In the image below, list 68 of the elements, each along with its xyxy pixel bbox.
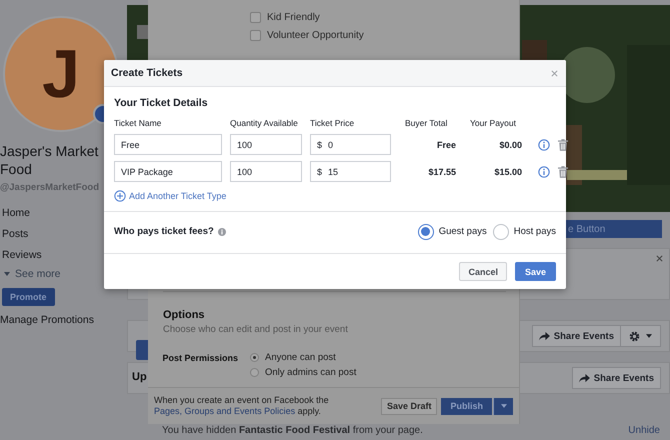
radio-button[interactable] [418, 224, 434, 240]
caret-icon [646, 334, 652, 338]
options-hint: Choose who can edit and post in your event [163, 324, 349, 335]
policy-notice: When you create an event on Facebook the Pages, Groups and Events Policies apply. [154, 395, 330, 417]
action-button[interactable]: e Button [566, 220, 662, 238]
buyer-total: Free [436, 140, 456, 150]
cancel-button[interactable]: Cancel [459, 262, 507, 281]
info-icon[interactable] [538, 138, 550, 150]
section-title: Your Ticket Details [114, 97, 209, 109]
close-icon[interactable] [551, 70, 558, 76]
unhide-link[interactable]: Unhide [628, 425, 660, 437]
quantity-field[interactable]: 100 [230, 134, 302, 155]
ticket-price-field[interactable]: $ 15 [310, 161, 391, 182]
column-header: Ticket Price [310, 118, 356, 128]
fees-question: Who pays ticket fees? [114, 226, 214, 237]
settings-icon [629, 330, 640, 342]
checkbox-label: Volunteer Opportunity [267, 30, 364, 41]
ticket-price-field[interactable]: $ 0 [310, 134, 391, 155]
payout-amount: $0.00 [499, 140, 522, 150]
checkbox[interactable] [250, 12, 261, 23]
page-handle: @JaspersMarketFood [0, 182, 100, 193]
save-draft-button[interactable]: Save Draft [380, 398, 438, 414]
radio-label: Guest pays [438, 226, 487, 237]
column-header: Quantity Available [230, 118, 299, 128]
column-header: Ticket Name [114, 118, 162, 128]
column-header: Buyer Total [405, 118, 448, 128]
nav-link[interactable]: Reviews [0, 245, 42, 266]
share-events-button[interactable]: Share Events [572, 367, 661, 389]
nav-link[interactable]: Posts [0, 224, 28, 245]
share-arrow-icon [578, 374, 590, 382]
trash-icon[interactable] [558, 138, 568, 150]
radio-label: Only admins can post [265, 367, 356, 378]
manage-promotions-link[interactable]: Manage Promotions [0, 310, 94, 331]
add-ticket-type-link[interactable]: Add Another Ticket Type [114, 190, 226, 202]
quantity-field[interactable]: 100 [230, 161, 302, 182]
radio-label: Anyone can post [265, 352, 336, 363]
ticket-name-field[interactable]: Free [114, 134, 222, 155]
publish-button[interactable]: Publish [441, 398, 492, 414]
share-events-button[interactable]: Share Events [532, 325, 621, 347]
settings-dropdown[interactable] [621, 325, 661, 347]
radio-button[interactable] [250, 353, 259, 362]
save-button[interactable]: Save [514, 262, 556, 281]
payout-amount: $15.00 [494, 166, 522, 176]
checkbox-label: Kid Friendly [267, 12, 320, 23]
share-arrow-icon [538, 332, 550, 340]
publish-options-dropdown[interactable] [493, 398, 513, 414]
info-icon[interactable] [538, 166, 550, 178]
hidden-notice: You have hidden Fantastic Food Festival from your page. [162, 425, 423, 437]
options-title: Options [163, 309, 206, 321]
policies-link[interactable]: Pages, Groups and Events Policies [154, 406, 296, 416]
section-heading: Up [132, 371, 147, 383]
column-header: Your Payout [470, 118, 517, 128]
plus-circle-icon [114, 190, 126, 202]
checkbox[interactable] [250, 30, 261, 41]
ticket-name-field[interactable]: VIP Package [114, 161, 222, 182]
see-more-link[interactable]: See more [0, 266, 61, 282]
caret-icon [500, 404, 506, 408]
info-icon[interactable] [218, 228, 226, 236]
post-permissions-label: Post Permissions [162, 352, 238, 365]
nav-link[interactable]: Home [0, 203, 30, 224]
radio-label: Host pays [514, 226, 556, 237]
buyer-total: $17.55 [428, 166, 456, 176]
radio-button[interactable] [492, 224, 509, 240]
promote-button[interactable]: Promote [2, 288, 55, 306]
dialog-title: Create Tickets [111, 67, 183, 79]
close-icon[interactable] [656, 255, 663, 262]
trash-icon[interactable] [558, 166, 568, 178]
radio-button[interactable] [250, 368, 259, 377]
